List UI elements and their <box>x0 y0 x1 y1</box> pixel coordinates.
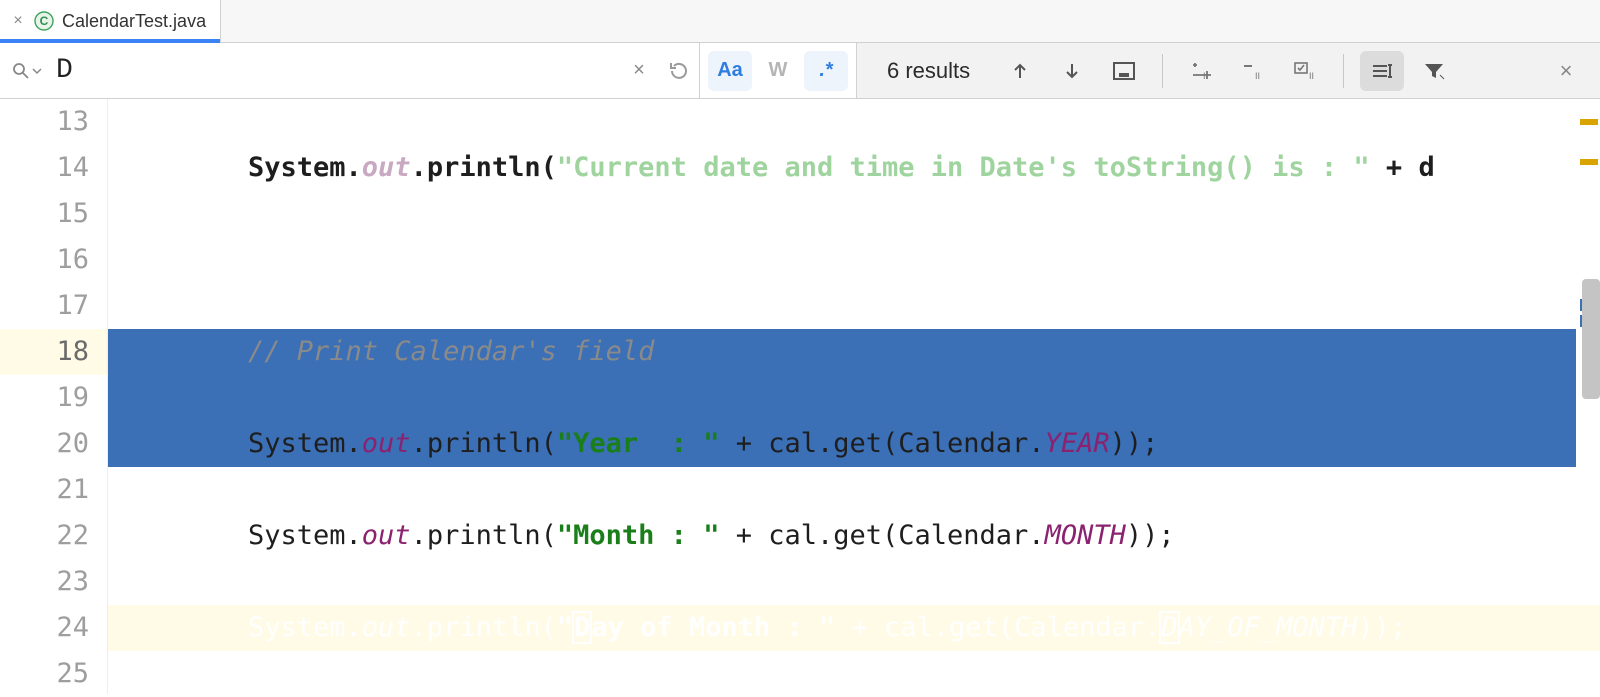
code-token: + cal.get(Calendar. <box>835 612 1160 643</box>
regex-toggle[interactable]: .* <box>804 51 848 91</box>
tab-filename: CalendarTest.java <box>62 11 206 32</box>
code-token: + cal.get(Calendar. <box>719 428 1044 459</box>
warning-marker[interactable] <box>1580 159 1598 165</box>
search-match: D <box>573 612 591 643</box>
line-number: 24 <box>0 605 89 651</box>
scrollbar-thumb[interactable] <box>1582 279 1600 399</box>
line-number: 20 <box>0 421 89 467</box>
line-number: 21 <box>0 467 89 513</box>
line-number: 15 <box>0 191 89 237</box>
match-case-toggle[interactable]: Aa <box>708 51 752 91</box>
show-filter-popup-icon[interactable] <box>1360 51 1404 91</box>
code-token: "Month : " <box>557 520 720 551</box>
code-token: System. <box>248 428 362 459</box>
line-number-current: 18 <box>0 329 107 375</box>
svg-text:C: C <box>40 14 49 28</box>
search-history-icon[interactable] <box>659 51 699 91</box>
code-token: .println( <box>411 428 557 459</box>
add-selection-icon[interactable]: II <box>1179 51 1223 91</box>
code-token: out <box>362 152 411 183</box>
remove-selection-icon[interactable]: II <box>1231 51 1275 91</box>
code-comment: // Print Calendar's field <box>248 336 654 367</box>
find-input[interactable] <box>48 55 619 86</box>
code-token: ay of Month : " <box>591 612 835 643</box>
code-token: System. <box>248 612 362 643</box>
line-number: 25 <box>0 651 89 697</box>
svg-text:II: II <box>1309 71 1314 81</box>
code-token: out <box>362 612 411 643</box>
select-all-occurrences-icon[interactable] <box>1102 51 1146 91</box>
code-editor[interactable]: 13 14 15 16 17 18 19 20 21 22 23 24 25 S… <box>0 99 1600 694</box>
code-token: "Current date and time in Date's toStrin… <box>557 152 1370 183</box>
previous-match-icon[interactable] <box>998 51 1042 91</box>
line-number: 13 <box>0 99 89 145</box>
close-tab-icon[interactable]: × <box>10 12 26 30</box>
warning-marker[interactable] <box>1580 119 1598 125</box>
file-tab[interactable]: × C CalendarTest.java <box>0 0 221 42</box>
code-token: .println( <box>411 612 557 643</box>
line-number: 23 <box>0 559 89 605</box>
results-count: 6 results <box>887 58 970 84</box>
clear-search-icon[interactable]: × <box>619 51 659 91</box>
next-match-icon[interactable] <box>1050 51 1094 91</box>
line-number: 17 <box>0 283 89 329</box>
svg-text:II: II <box>1203 71 1208 81</box>
java-class-icon: C <box>34 11 54 31</box>
close-find-bar-icon[interactable]: × <box>1548 53 1584 89</box>
code-token: out <box>362 520 411 551</box>
separator <box>1162 54 1163 88</box>
svg-text:II: II <box>1255 71 1260 81</box>
code-area[interactable]: System.out.println("Current date and tim… <box>108 99 1600 694</box>
code-token: out <box>362 428 411 459</box>
line-number: 16 <box>0 237 89 283</box>
code-token: )); <box>1357 612 1406 643</box>
code-token: AY_OF_MONTH <box>1179 612 1358 643</box>
code-token: )); <box>1110 428 1159 459</box>
search-icon[interactable] <box>6 62 48 80</box>
find-toolbar: 6 results II II II × <box>857 43 1600 98</box>
find-options: Aa W .* <box>700 43 857 98</box>
code-token: " <box>557 612 573 643</box>
code-token: .println( <box>411 520 557 551</box>
line-number-gutter: 13 14 15 16 17 18 19 20 21 22 23 24 25 <box>0 99 108 694</box>
search-match: D <box>1160 612 1178 643</box>
code-token: System. <box>248 152 362 183</box>
filter-icon[interactable] <box>1412 51 1456 91</box>
code-token: YEAR <box>1045 428 1110 459</box>
code-token: + d <box>1370 152 1435 183</box>
select-all-icon[interactable]: II <box>1283 51 1327 91</box>
code-token: )); <box>1126 520 1175 551</box>
line-number: 22 <box>0 513 89 559</box>
code-token: + cal.get(Calendar. <box>719 520 1044 551</box>
line-number: 19 <box>0 375 89 421</box>
code-token: .println( <box>411 152 557 183</box>
code-token: "Year : " <box>557 428 720 459</box>
code-token: System. <box>248 520 362 551</box>
find-bar: × Aa W .* 6 results II II II <box>0 43 1600 99</box>
find-input-area: × <box>0 43 700 98</box>
separator <box>1343 54 1344 88</box>
whole-words-toggle[interactable]: W <box>756 51 800 91</box>
code-token: MONTH <box>1045 520 1126 551</box>
line-number: 14 <box>0 145 89 191</box>
tab-bar: × C CalendarTest.java <box>0 0 1600 43</box>
